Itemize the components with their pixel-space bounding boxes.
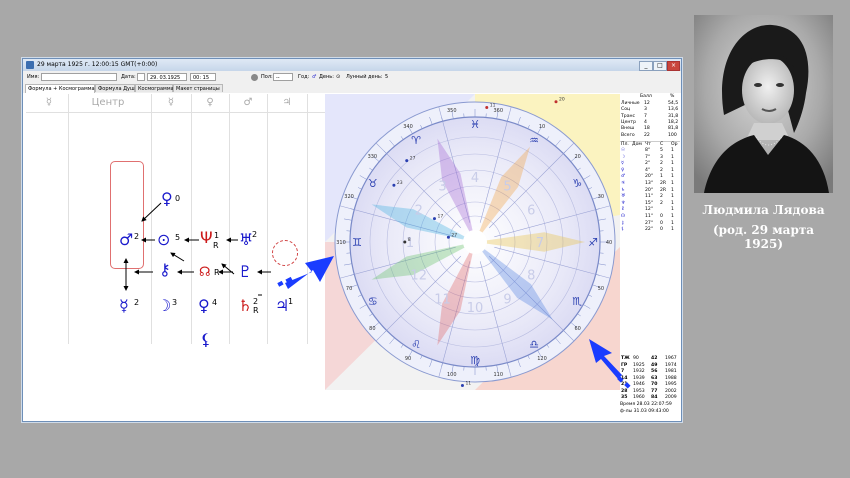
left-blue-arrow <box>277 256 334 289</box>
caption-birth-date: (род. 29 марта 1925) <box>712 223 815 251</box>
caption-name: Людмила Лядова <box>702 203 825 217</box>
portrait-image <box>694 15 833 193</box>
portrait-photo <box>694 15 833 193</box>
right-blue-arrow <box>589 339 631 389</box>
